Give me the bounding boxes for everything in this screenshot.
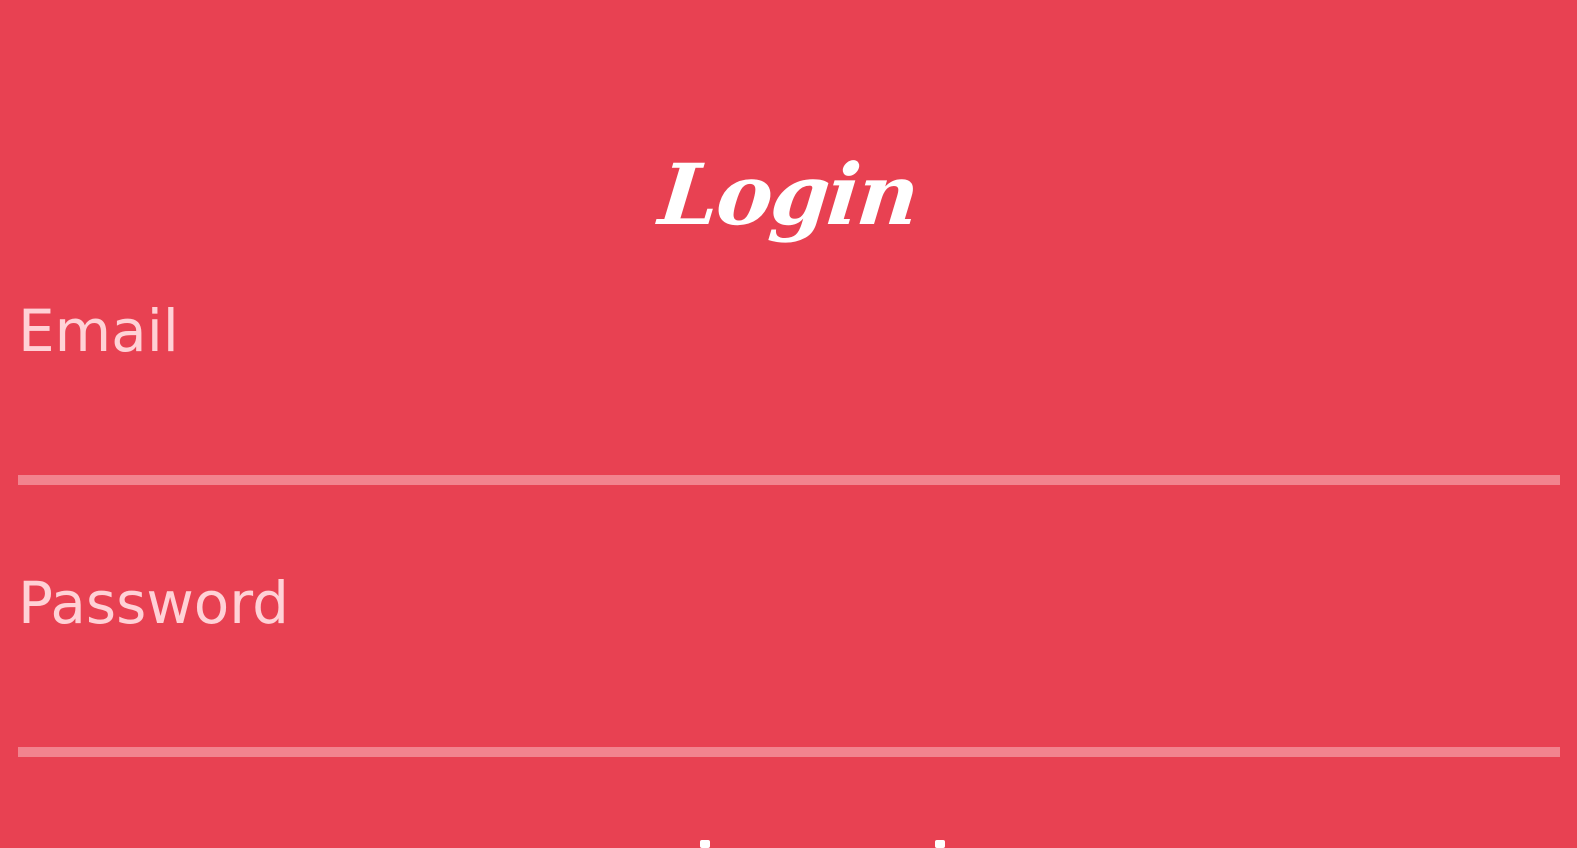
email-underline: [18, 475, 1560, 485]
email-field[interactable]: [18, 395, 1560, 465]
password-field[interactable]: [18, 667, 1560, 737]
password-underline: [18, 747, 1560, 757]
cropped-content-below: [600, 836, 1000, 848]
password-label: Password: [18, 569, 289, 637]
cropped-glyph: [700, 840, 710, 848]
page-title: Login: [654, 145, 923, 244]
login-screen: Login Email Password: [0, 0, 1577, 848]
email-label: Email: [18, 297, 179, 365]
cropped-glyph: [935, 840, 945, 848]
